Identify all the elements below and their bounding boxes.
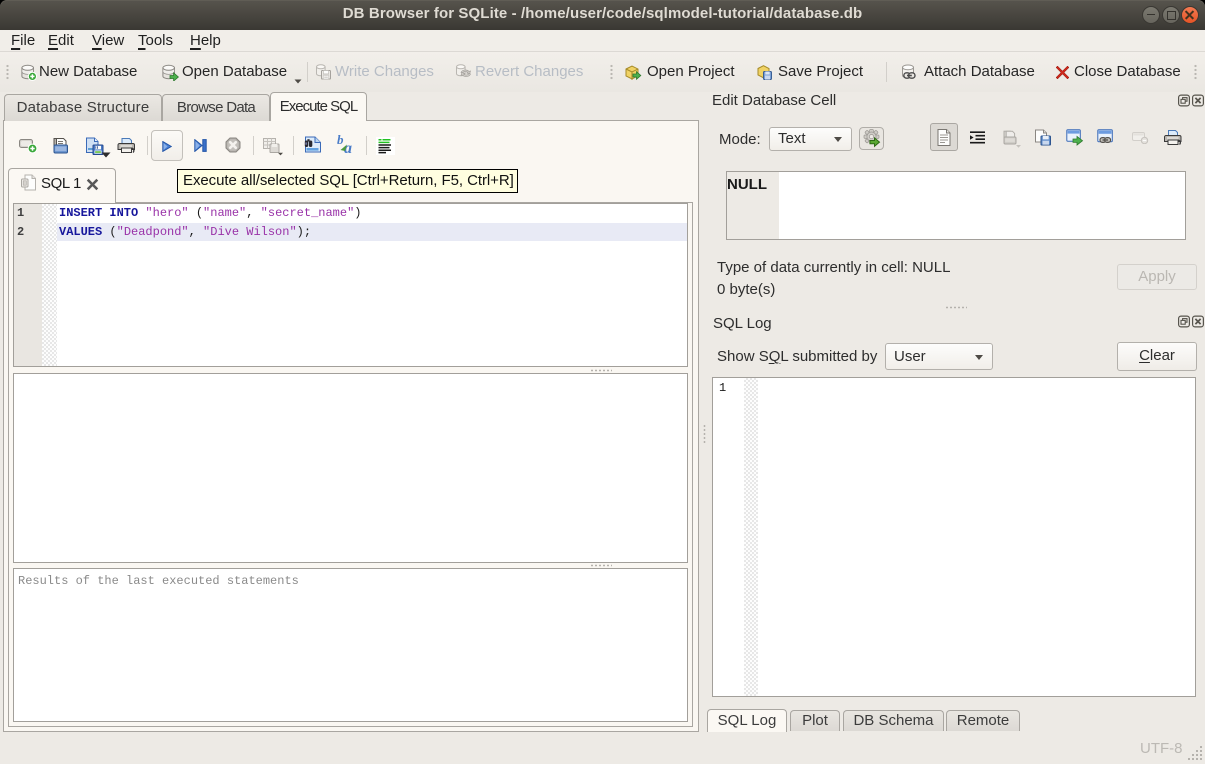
svg-text:b: b <box>337 134 344 147</box>
